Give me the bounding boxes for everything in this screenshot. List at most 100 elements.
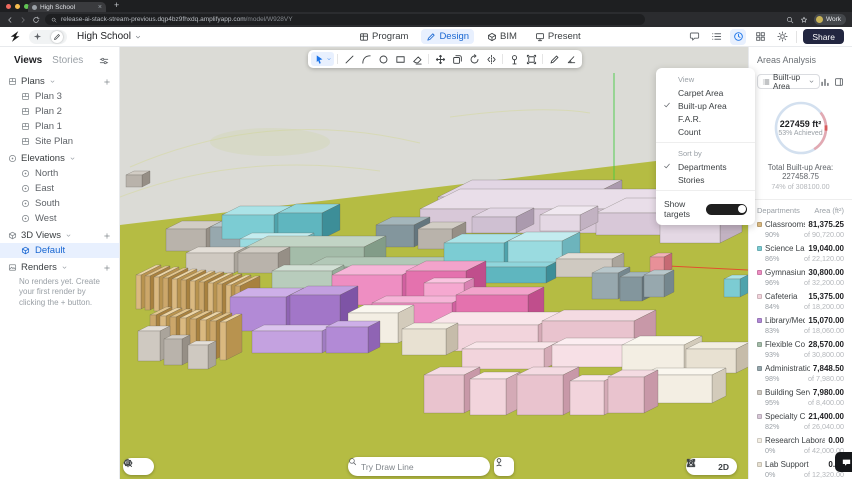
massing-scene[interactable]	[120, 47, 748, 479]
browser-tab[interactable]: High School ×	[28, 2, 106, 12]
menu-view-carpet-area[interactable]: Carpet Area	[656, 86, 755, 99]
nav-program-button[interactable]: Program	[354, 29, 413, 44]
address-bar[interactable]: release-ai-stack-stream-previous.dqp4bz9…	[45, 14, 645, 25]
ai-sparkle-icon[interactable]	[33, 32, 42, 41]
department-row[interactable]: Cafeteria15,375.0084%of 18,200.00	[757, 292, 844, 311]
viewport-3d-canvas[interactable]: 2D	[120, 47, 748, 479]
menu-view-count[interactable]: Count	[656, 125, 755, 138]
outline-list-button[interactable]	[708, 29, 724, 45]
tab-close-icon[interactable]: ×	[98, 4, 102, 11]
toggle-2d-button[interactable]: 2D	[718, 462, 729, 472]
massing-block[interactable]	[252, 325, 334, 353]
edit-pen-icon[interactable]	[53, 33, 61, 41]
massing-block[interactable]	[608, 370, 658, 413]
window-close-button[interactable]	[6, 4, 11, 9]
department-row[interactable]: Science Laborat...19,040.0086%of 22,120.…	[757, 244, 844, 263]
nav-design-button[interactable]: Design	[421, 29, 474, 44]
rotate-tool[interactable]	[466, 52, 482, 66]
sidebar-item-north[interactable]: North	[0, 166, 119, 181]
share-button[interactable]: Share	[803, 29, 844, 44]
add-renders-button[interactable]	[103, 264, 111, 272]
mode-switch[interactable]	[29, 30, 67, 44]
move-tool[interactable]	[432, 52, 448, 66]
menu-view-built-up-area[interactable]: Built-up Area	[656, 99, 755, 112]
sidebar-item-west[interactable]: West	[0, 211, 119, 226]
apps-grid-button[interactable]	[752, 29, 768, 45]
protractor-tool[interactable]	[563, 52, 579, 66]
browser-profile-chip[interactable]: Work	[814, 14, 846, 25]
sidebar-item-south[interactable]: South	[0, 196, 119, 211]
line-tool[interactable]	[341, 52, 357, 66]
select-tool[interactable]	[311, 52, 334, 66]
department-row[interactable]: Flexible Common...28,570.0093%of 30,800.…	[757, 340, 844, 359]
chat-widget-button[interactable]	[835, 452, 852, 472]
section-tool[interactable]	[523, 52, 539, 66]
app-logo-icon[interactable]	[8, 30, 21, 43]
department-row[interactable]: Research Labora...0.000%of 42,000.00	[757, 436, 844, 455]
massing-block[interactable]	[644, 270, 674, 297]
department-row[interactable]: Library/Media C...15,070.0083%of 18,060.…	[757, 316, 844, 335]
department-row[interactable]: Specialty Class...21,400.0082%of 26,040.…	[757, 412, 844, 431]
circle-tool[interactable]	[375, 52, 391, 66]
mirror-tool[interactable]	[483, 52, 499, 66]
rectangle-tool[interactable]	[392, 52, 408, 66]
menu-view-f-a-r-[interactable]: F.A.R.	[656, 112, 755, 125]
tab-views[interactable]: Views	[14, 55, 42, 66]
department-row[interactable]: Gymnasium30,800.0096%of 32,200.00	[757, 268, 844, 287]
massing-block[interactable]	[326, 321, 380, 353]
massing-block[interactable]	[724, 275, 748, 297]
eraser-tool[interactable]	[409, 52, 425, 66]
browser-back-icon[interactable]	[6, 16, 14, 24]
sidebar-item-site-plan[interactable]: Site Plan	[0, 134, 119, 149]
massing-block[interactable]	[462, 342, 558, 369]
massing-block[interactable]	[470, 372, 520, 415]
massing-block[interactable]	[164, 335, 190, 365]
massing-block[interactable]	[402, 323, 458, 355]
sidebar-item-plan-1[interactable]: Plan 1	[0, 119, 119, 134]
massing-block[interactable]	[517, 367, 579, 415]
section-3d-views[interactable]: 3D Views	[0, 228, 119, 243]
filter-icon[interactable]	[99, 56, 109, 66]
add-3d-views-button[interactable]	[103, 232, 111, 240]
metric-dropdown[interactable]: Built-up Area	[757, 74, 820, 89]
add-plans-button[interactable]	[103, 78, 111, 86]
history-clock-button[interactable]	[730, 29, 746, 45]
settings-sun-button[interactable]	[774, 29, 790, 45]
sidebar-item-east[interactable]: East	[0, 181, 119, 196]
section-elevations[interactable]: Elevations	[0, 151, 119, 166]
show-targets-toggle[interactable]	[706, 204, 748, 215]
browser-search-icon[interactable]	[786, 16, 794, 24]
sidebar-item-plan-3[interactable]: Plan 3	[0, 89, 119, 104]
department-row[interactable]: Administration ...7,848.5098%of 7,980.00	[757, 364, 844, 383]
tab-stories[interactable]: Stories	[52, 55, 83, 66]
sidebar-item-plan-2[interactable]: Plan 2	[0, 104, 119, 119]
department-row[interactable]: Classrooms81,375.2590%of 90,720.00	[757, 220, 844, 239]
nav-present-button[interactable]: Present	[530, 29, 586, 44]
menu-sort-departments[interactable]: Departments	[656, 160, 755, 173]
massing-block[interactable]	[126, 171, 150, 187]
massing-block[interactable]	[474, 262, 556, 283]
bookmark-star-icon[interactable]	[800, 16, 808, 24]
project-title[interactable]: High School	[77, 31, 142, 42]
menu-sort-stories[interactable]: Stories	[656, 173, 755, 186]
department-row[interactable]: Lab Support0.000%of 12,320.00	[757, 460, 844, 479]
massing-block[interactable]	[220, 314, 242, 360]
sidebar-item-default[interactable]: Default	[0, 243, 119, 258]
department-row[interactable]: Building Servic...7,980.0095%of 8,400.00	[757, 388, 844, 407]
pin-tool[interactable]	[506, 52, 522, 66]
arc-tool[interactable]	[358, 52, 374, 66]
duplicate-tool[interactable]	[449, 52, 465, 66]
section-renders[interactable]: Renders	[0, 260, 119, 275]
massing-block[interactable]	[188, 341, 216, 369]
collapse-panel-icon[interactable]	[834, 77, 844, 87]
new-tab-button[interactable]: +	[114, 0, 119, 10]
chart-icon[interactable]	[820, 77, 830, 87]
assistant-button[interactable]	[494, 457, 514, 476]
nav-bim-button[interactable]: BIM	[482, 29, 522, 44]
pencil-tool[interactable]	[546, 52, 562, 66]
section-plans[interactable]: Plans	[0, 74, 119, 89]
browser-reload-icon[interactable]	[32, 16, 40, 24]
command-search-bar[interactable]	[348, 457, 490, 476]
browser-forward-icon[interactable]	[19, 16, 27, 24]
window-minimize-button[interactable]	[15, 4, 20, 9]
